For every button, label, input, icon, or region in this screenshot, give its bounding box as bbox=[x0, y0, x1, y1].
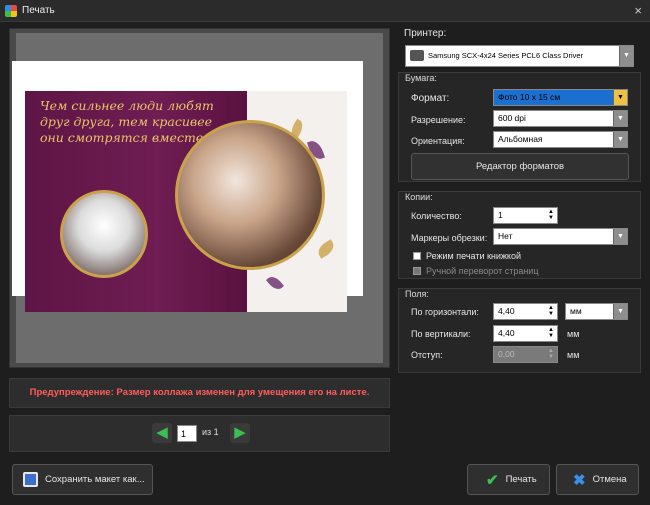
format-select-value: Фото 10 x 15 см bbox=[498, 92, 561, 102]
stepper-arrows-icon[interactable]: ▲ ▼ bbox=[548, 209, 554, 221]
stepper-arrows-icon[interactable]: ▲ ▼ bbox=[548, 327, 554, 339]
copies-group-title: Копии: bbox=[405, 192, 433, 202]
window-title: Печать bbox=[22, 5, 55, 16]
margins-group-title: Поля: bbox=[405, 289, 429, 299]
checkmark-icon: ✔ bbox=[486, 471, 499, 489]
dialog-footer: Сохранить макет как... ✔ Печать ✖ Отмена bbox=[0, 458, 650, 505]
orientation-select-value: Альбомная bbox=[498, 134, 543, 144]
printer-icon bbox=[410, 50, 424, 61]
print-button[interactable]: ✔ Печать bbox=[467, 464, 550, 495]
chevron-down-icon: ▼ bbox=[613, 90, 627, 105]
crop-marks-label: Маркеры обрезки: bbox=[411, 233, 488, 243]
close-icon[interactable]: × bbox=[634, 3, 642, 18]
print-label: Печать bbox=[505, 474, 537, 485]
save-layout-button[interactable]: Сохранить макет как... bbox=[12, 464, 153, 495]
indent-label: Отступ: bbox=[411, 350, 443, 360]
couple-photo-large bbox=[175, 120, 325, 270]
paper-group: Бумага: Формат: Фото 10 x 15 см ▼ Разреш… bbox=[398, 72, 641, 182]
cancel-button[interactable]: ✖ Отмена bbox=[556, 464, 639, 495]
resolution-select[interactable]: 600 dpi ▼ bbox=[493, 110, 628, 127]
format-select[interactable]: Фото 10 x 15 см ▼ bbox=[493, 89, 628, 106]
page-number-input[interactable]: 1 bbox=[177, 425, 197, 442]
quantity-value: 1 bbox=[498, 210, 503, 220]
unit-select[interactable]: мм ▼ bbox=[565, 303, 628, 320]
save-layout-label: Сохранить макет как... bbox=[45, 474, 145, 485]
indent-unit-label: мм bbox=[567, 350, 580, 360]
horizontal-margin-stepper[interactable]: 4,40 ▲ ▼ bbox=[493, 303, 558, 320]
floppy-disk-icon bbox=[23, 472, 38, 487]
vertical-unit-label: мм bbox=[567, 329, 580, 339]
checkbox-box[interactable] bbox=[413, 252, 421, 260]
resolution-select-value: 600 dpi bbox=[498, 113, 526, 123]
next-page-button[interactable]: ▶ bbox=[230, 423, 250, 443]
copies-group: Копии: Количество: 1 ▲ ▼ Маркеры обрезки:… bbox=[398, 191, 641, 279]
settings-panel: Принтер: Samsung SCX-4x24 Series PCL6 Cl… bbox=[398, 24, 642, 454]
manual-duplex-label: Ручной переворот страниц bbox=[426, 266, 539, 276]
resolution-label: Разрешение: bbox=[411, 115, 466, 125]
couple-photo-small bbox=[60, 190, 148, 278]
indent-value: 0,00 bbox=[498, 349, 515, 359]
quantity-label: Количество: bbox=[411, 211, 462, 221]
vertical-margin-stepper[interactable]: 4,40 ▲ ▼ bbox=[493, 325, 558, 342]
manual-duplex-checkbox: Ручной переворот страниц bbox=[413, 266, 539, 276]
cancel-label: Отмена bbox=[592, 474, 627, 485]
stepper-arrows-icon[interactable]: ▲ ▼ bbox=[548, 305, 554, 317]
chevron-down-icon: ▼ bbox=[613, 111, 627, 126]
chevron-down-icon: ▼ bbox=[619, 46, 633, 66]
printer-select-value: Samsung SCX-4x24 Series PCL6 Class Drive… bbox=[428, 51, 584, 60]
quantity-stepper[interactable]: 1 ▲ ▼ bbox=[493, 207, 558, 224]
checkbox-box bbox=[413, 267, 421, 275]
orientation-select[interactable]: Альбомная ▼ bbox=[493, 131, 628, 148]
orientation-label: Ориентация: bbox=[411, 136, 465, 146]
horizontal-margin-value: 4,40 bbox=[498, 306, 515, 316]
chevron-down-icon: ▼ bbox=[613, 304, 627, 319]
margins-group: Поля: По горизонтали: 4,40 ▲ ▼ мм ▼ По ве… bbox=[398, 288, 641, 373]
indent-stepper: 0,00 ▲ ▼ bbox=[493, 346, 558, 363]
booklet-mode-label: Режим печати книжкой bbox=[426, 251, 522, 261]
booklet-mode-checkbox[interactable]: Режим печати книжкой bbox=[413, 251, 521, 261]
horizontal-margin-label: По горизонтали: bbox=[411, 307, 479, 317]
stepper-arrows-icon: ▲ ▼ bbox=[548, 348, 554, 360]
prev-page-button[interactable]: ◀ bbox=[152, 423, 172, 443]
page-navigator: ◀ 1 из 1 ▶ bbox=[9, 415, 390, 452]
title-bar: Печать × bbox=[0, 0, 650, 22]
format-label: Формат: bbox=[411, 93, 450, 104]
chevron-down-icon: ▼ bbox=[613, 132, 627, 147]
format-editor-button[interactable]: Редактор форматов bbox=[411, 153, 629, 180]
page-count-label: из 1 bbox=[202, 427, 219, 437]
vertical-margin-label: По вертикали: bbox=[411, 329, 471, 339]
cross-icon: ✖ bbox=[573, 471, 586, 489]
crop-marks-value: Нет bbox=[498, 231, 513, 241]
printer-select[interactable]: Samsung SCX-4x24 Series PCL6 Class Drive… bbox=[405, 45, 634, 67]
paper-group-title: Бумага: bbox=[405, 73, 437, 83]
crop-marks-select[interactable]: Нет ▼ bbox=[493, 228, 628, 245]
warning-message: Предупреждение: Размер коллажа изменен д… bbox=[9, 378, 390, 408]
vertical-margin-value: 4,40 bbox=[498, 328, 515, 338]
unit-select-value: мм bbox=[570, 306, 582, 316]
app-icon bbox=[5, 5, 17, 17]
chevron-down-icon: ▼ bbox=[613, 229, 627, 244]
printer-label: Принтер: bbox=[404, 28, 447, 39]
